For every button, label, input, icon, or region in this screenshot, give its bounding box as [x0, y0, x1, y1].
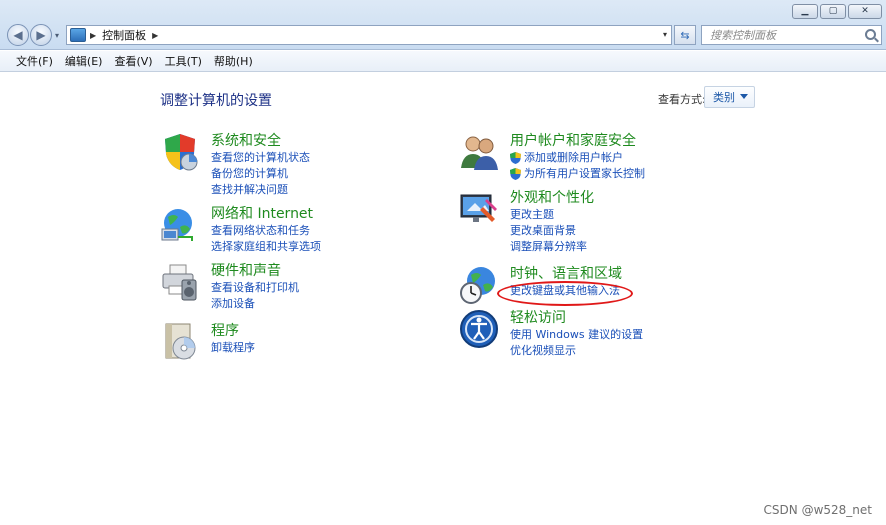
window-chrome: ▁ ▢ ✕ ◀ ▶ ▾ ▶ 控制面板 ▶ ▾ ⇆ 搜索控制面板 — [0, 0, 886, 50]
navigation-arrows: ◀ ▶ ▾ — [7, 24, 59, 46]
maximize-button[interactable]: ▢ — [820, 4, 846, 19]
link-parental-controls[interactable]: 为所有用户设置家长控制 — [510, 166, 810, 182]
page-title: 调整计算机的设置 — [160, 93, 272, 109]
view-by-value: 类别 — [713, 91, 735, 104]
view-by-label: 查看方式: — [658, 93, 706, 106]
link-label: 为所有用户设置家长控制 — [524, 167, 645, 180]
ease-of-access-icon[interactable] — [459, 309, 499, 349]
link-label: 添加或删除用户帐户 — [524, 151, 623, 164]
category-title[interactable]: 轻松访问 — [510, 309, 810, 327]
link-homegroup-sharing[interactable]: 选择家庭组和共享选项 — [211, 239, 511, 255]
menu-edit[interactable]: 编辑(E) — [59, 53, 109, 69]
uac-shield-icon — [510, 152, 521, 164]
link-optimize-display[interactable]: 优化视频显示 — [510, 343, 810, 359]
control-panel-icon — [70, 28, 86, 42]
breadcrumb-control-panel[interactable]: 控制面板 — [102, 27, 146, 43]
programs-disc-icon[interactable] — [160, 322, 200, 362]
close-button[interactable]: ✕ — [848, 4, 882, 19]
back-button[interactable]: ◀ — [7, 24, 29, 46]
shield-chart-icon[interactable] — [160, 132, 200, 172]
forward-arrow-icon: ▶ — [36, 28, 46, 42]
window-controls: ▁ ▢ ✕ — [792, 4, 882, 19]
users-icon[interactable] — [459, 132, 499, 172]
watermark: CSDN @w528_net — [763, 503, 872, 517]
menu-view[interactable]: 查看(V) — [108, 53, 158, 69]
view-by-select[interactable]: 类别 — [704, 86, 755, 108]
forward-button[interactable]: ▶ — [30, 24, 52, 46]
address-dropdown-icon[interactable]: ▾ — [663, 30, 667, 39]
search-placeholder: 搜索控制面板 — [710, 29, 776, 42]
menu-file[interactable]: 文件(F) — [10, 53, 59, 69]
search-input[interactable]: 搜索控制面板 — [701, 25, 882, 45]
link-change-theme[interactable]: 更改主题 — [510, 207, 810, 223]
category-title[interactable]: 外观和个性化 — [510, 189, 810, 207]
address-bar[interactable]: ▶ 控制面板 ▶ ▾ — [66, 25, 672, 45]
red-annotation-ellipse — [497, 281, 633, 306]
menu-bar: 文件(F) 编辑(E) 查看(V) 工具(T) 帮助(H) — [0, 51, 886, 72]
link-add-remove-accounts[interactable]: 添加或删除用户帐户 — [510, 150, 810, 166]
refresh-icon: ⇆ — [680, 28, 690, 42]
refresh-button[interactable]: ⇆ — [674, 25, 696, 45]
search-icon[interactable] — [865, 29, 876, 40]
uac-shield-icon — [510, 168, 521, 180]
control-panel-content: 调整计算机的设置 查看方式: 类别 系统和安全 查看您的计算机状态 备份您的计算… — [0, 72, 886, 525]
menu-help[interactable]: 帮助(H) — [208, 53, 259, 69]
recent-pages-dropdown[interactable]: ▾ — [55, 31, 59, 40]
link-windows-recommended-settings[interactable]: 使用 Windows 建议的设置 — [510, 327, 810, 343]
link-screen-resolution[interactable]: 调整屏幕分辨率 — [510, 239, 810, 255]
menu-tools[interactable]: 工具(T) — [159, 53, 208, 69]
back-arrow-icon: ◀ — [13, 28, 23, 42]
network-globe-icon[interactable] — [160, 205, 200, 245]
link-change-background[interactable]: 更改桌面背景 — [510, 223, 810, 239]
display-palette-icon[interactable] — [459, 189, 499, 229]
chevron-down-icon — [740, 94, 748, 99]
minimize-button[interactable]: ▁ — [792, 4, 818, 19]
category-title[interactable]: 用户帐户和家庭安全 — [510, 132, 810, 150]
breadcrumb-trail-arrow[interactable]: ▶ — [152, 31, 158, 40]
clock-globe-icon[interactable] — [459, 265, 499, 305]
printer-speaker-icon[interactable] — [160, 262, 200, 302]
breadcrumb-separator[interactable]: ▶ — [90, 31, 96, 40]
